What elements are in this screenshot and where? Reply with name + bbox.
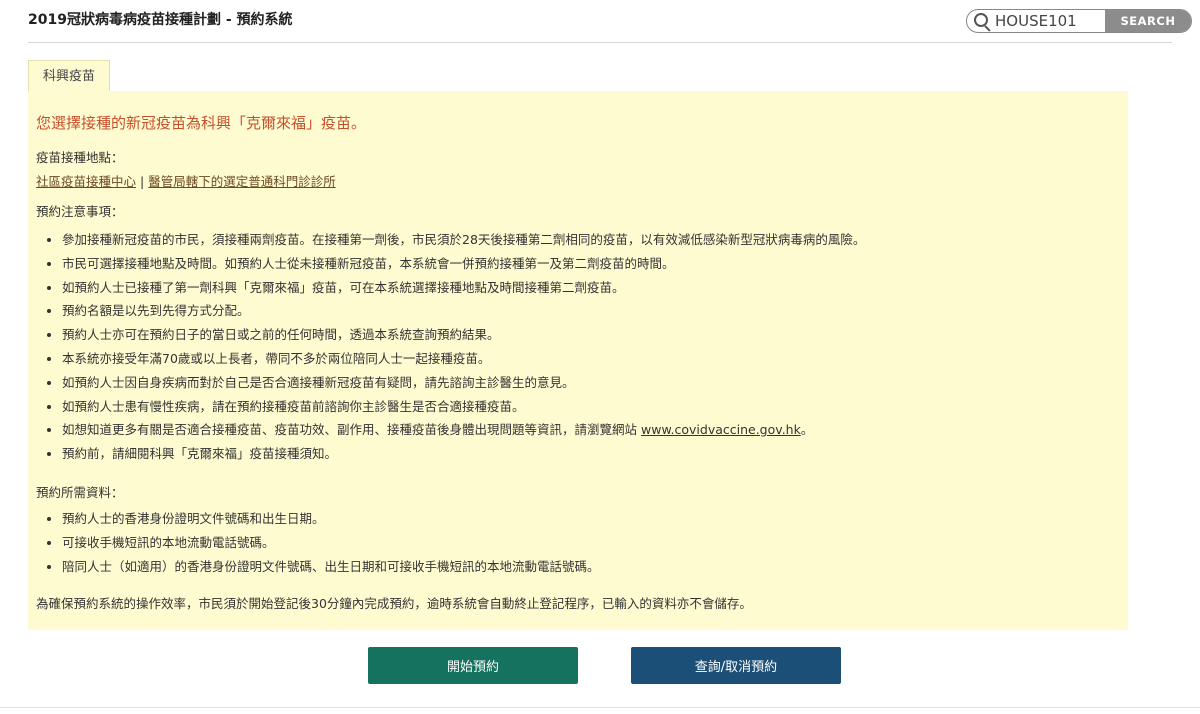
list-item: 如預約人士已接種了第一劑科興「克爾來福」疫苗，可在本系統選擇接種地點及時間接種第…: [62, 276, 865, 300]
list-item: 如預約人士患有慢性疾病，請在預約接種疫苗前諮詢你主診醫生是否合適接種疫苗。: [62, 395, 865, 419]
link-covidvaccine-site[interactable]: www.covidvaccine.gov.hk: [641, 422, 801, 437]
search-button[interactable]: SEARCH: [1105, 10, 1191, 32]
list-item: 預約人士亦可在預約日子的當日或之前的任何時間，透過本系統查詢預約結果。: [62, 323, 865, 347]
time-limit-note: 為確保預約系統的操作效率，市民須於開始登記後30分鐘內完成預約，逾時系統會自動終…: [36, 596, 752, 611]
start-booking-button[interactable]: 開始預約: [368, 647, 578, 684]
link-separator: |: [140, 174, 145, 189]
vaccine-headline: 您選擇接種的新冠疫苗為科興「克爾來福」疫苗。: [36, 114, 367, 132]
notes-label: 預約注意事項：: [36, 204, 124, 219]
list-item: 預約前，請細閱科興「克爾來福」疫苗接種須知。: [62, 442, 865, 466]
note-website-text: 如想知道更多有關是否適合接種疫苗、疫苗功效、副作用、接種疫苗後身體出現問題等資訊…: [62, 422, 638, 438]
location-label: 疫苗接種地點：: [36, 150, 124, 165]
link-community-centre[interactable]: 社區疫苗接種中心: [36, 174, 136, 189]
page-header: 2019冠狀病毒病疫苗接種計劃 - 預約系統 SEARCH: [28, 0, 1192, 43]
list-item: 如想知道更多有關是否適合接種疫苗、疫苗功效、副作用、接種疫苗後身體出現問題等資訊…: [62, 418, 865, 442]
note-website-suffix: 。: [800, 422, 814, 438]
tab-sinovac[interactable]: 科興疫苗: [28, 60, 111, 92]
list-item: 本系統亦接受年滿70歲或以上長者，帶同不多於兩位陪同人士一起接種疫苗。: [62, 347, 865, 371]
search-icon: [967, 10, 995, 32]
search-input[interactable]: [995, 10, 1105, 32]
info-panel: 您選擇接種的新冠疫苗為科興「克爾來福」疫苗。 疫苗接種地點： 社區疫苗接種中心 …: [28, 91, 1128, 630]
list-item: 市民可選擇接種地點及時間。如預約人士從未接種新冠疫苗，本系統會一併預約接種第一及…: [62, 252, 865, 276]
search-box: SEARCH: [966, 9, 1192, 33]
list-item: 如預約人士因自身疾病而對於自己是否合適接種新冠疫苗有疑問，請先諮詢主診醫生的意見…: [62, 371, 865, 395]
list-item: 預約名額是以先到先得方式分配。: [62, 299, 865, 323]
notes-list: 參加接種新冠疫苗的市民，須接種兩劑疫苗。在接種第一劑後，市民須於28天後接種第二…: [36, 228, 865, 466]
list-item: 參加接種新冠疫苗的市民，須接種兩劑疫苗。在接種第一劑後，市民須於28天後接種第二…: [62, 228, 865, 252]
required-list: 預約人士的香港身份證明文件號碼和出生日期。 可接收手機短訊的本地流動電話號碼。 …: [36, 507, 600, 578]
footer-divider: [0, 707, 1200, 708]
site-title: 2019冠狀病毒病疫苗接種計劃 - 預約系統: [28, 12, 293, 28]
list-item: 陪同人士（如適用）的香港身份證明文件號碼、出生日期和可接收手機短訊的本地流動電話…: [62, 555, 600, 579]
link-ha-clinics[interactable]: 醫管局轄下的選定普通科門診診所: [148, 174, 336, 189]
required-label: 預約所需資料：: [36, 485, 124, 500]
list-item: 可接收手機短訊的本地流動電話號碼。: [62, 531, 600, 555]
list-item: 預約人士的香港身份證明文件號碼和出生日期。: [62, 507, 600, 531]
location-links: 社區疫苗接種中心 | 醫管局轄下的選定普通科門診診所: [36, 171, 336, 190]
query-cancel-button[interactable]: 查詢/取消預約: [631, 647, 841, 684]
